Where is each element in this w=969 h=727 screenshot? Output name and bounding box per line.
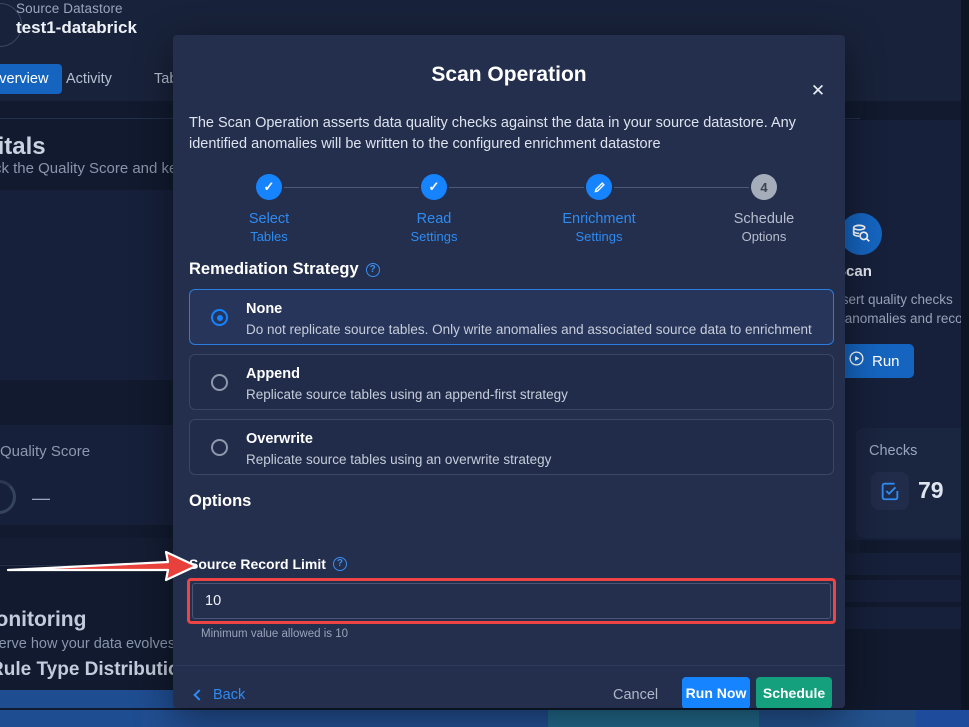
help-circle-icon[interactable]: ? [332,557,347,571]
step-badge-1: ✓ [256,174,282,200]
radio-option-overwrite[interactable]: Overwrite Replicate source tables using … [189,419,834,475]
step-schedule-options[interactable]: 4 Schedule Options [699,174,829,244]
radio-indicator-append [211,374,228,391]
check-square-icon [871,472,909,510]
taskbar-segment [143,710,548,727]
checks-card-value: 79 [918,477,944,503]
radio-desc-overwrite: Replicate source tables using an overwri… [246,452,552,467]
source-record-limit-label: Source Record Limit ? [189,556,347,572]
step-label-4-line1: Schedule [733,211,795,227]
right-row-2 [838,580,969,602]
footer-divider [173,665,845,666]
step-enrichment-settings[interactable]: Enrichment Settings [534,174,664,244]
options-heading-text: Options [189,492,252,510]
step-badge-4: 4 [751,174,777,200]
step-label-1-line1: Select [248,211,290,227]
scan-operation-modal: ✕ Scan Operation The Scan Operation asse… [173,35,845,708]
right-row-1 [838,553,969,575]
stepper-connector [614,187,749,188]
checks-card-title: Checks [869,443,918,459]
screen-root: Source Datastore test1-databrick Overvie… [0,0,969,727]
step-label-2-line1: Read [416,211,452,227]
schedule-button[interactable]: Schedule [756,677,832,708]
options-heading: Options [189,492,251,511]
radio-indicator-none [211,309,228,326]
modal-description: The Scan Operation asserts data quality … [189,115,796,152]
back-button-label: Back [213,687,246,703]
modal-title: Scan Operation [431,63,587,86]
chevron-left-icon [193,689,205,701]
radio-indicator-overwrite [211,439,228,456]
datastore-label: Source Datastore [16,1,123,16]
remediation-strategy-heading: Remediation Strategy ? [189,260,380,279]
vitals-title: Vitals [0,133,46,160]
help-circle-icon[interactable]: ? [365,262,380,277]
taskbar-segment [759,710,916,727]
back-button[interactable]: Back [193,687,246,703]
cancel-button[interactable]: Cancel [613,687,658,703]
source-record-limit-label-text: Source Record Limit [189,556,326,572]
right-row-3 [838,607,969,629]
stepper-connector [284,187,419,188]
radio-option-none[interactable]: None Do not replicate source tables. Onl… [189,289,834,345]
taskbar [0,710,969,727]
step-label-3-line1: Enrichment [562,211,636,227]
radio-desc-none: Do not replicate source tables. Only wri… [246,322,812,337]
quality-score-label: Quality Score [0,443,91,460]
step-label-2-line2: Settings [410,229,458,244]
stepper-connector [449,187,584,188]
radio-label-overwrite: Overwrite [246,431,313,447]
step-badge-3-edit-icon [586,174,612,200]
source-record-limit-hint: Minimum value allowed is 10 [201,628,349,640]
step-label-1-line2: Tables [250,229,288,244]
tab-activity[interactable]: Activity [52,64,126,94]
datastore-name: test1-databrick [16,18,137,37]
taskbar-segment [0,710,143,727]
run-now-button[interactable]: Run Now [682,677,750,708]
remediation-heading-text: Remediation Strategy [189,260,359,278]
step-label-4-line2: Options [741,229,787,244]
rule-type-distribution-title: Rule Type Distribution [0,659,192,680]
scan-run-button[interactable]: Run [840,344,914,378]
radio-option-append[interactable]: Append Replicate source tables using an … [189,354,834,410]
scan-card-desc-line1: Assert quality checks [826,292,953,307]
scan-card-desc-line2: on anomalies and record [826,311,969,326]
radio-inner-dot [216,314,223,321]
play-circle-icon [848,350,865,372]
database-search-icon [840,213,882,255]
scan-run-label: Run [872,352,900,370]
radio-desc-append: Replicate source tables using an append-… [246,387,568,402]
step-badge-2: ✓ [421,174,447,200]
step-read-settings[interactable]: ✓ Read Settings [369,174,499,244]
taskbar-segment [916,710,969,727]
radio-label-none: None [246,301,283,317]
step-label-3-line2: Settings [575,229,623,244]
monitoring-title: Monitoring [0,608,87,631]
page-scrollbar[interactable] [961,0,969,710]
quality-score-value: — [32,488,50,508]
radio-label-append: Append [246,366,300,382]
step-select-tables[interactable]: ✓ Select Tables [204,174,334,244]
source-record-limit-input[interactable] [192,583,831,619]
taskbar-segment [548,710,759,727]
source-record-limit-highlight [187,578,836,624]
